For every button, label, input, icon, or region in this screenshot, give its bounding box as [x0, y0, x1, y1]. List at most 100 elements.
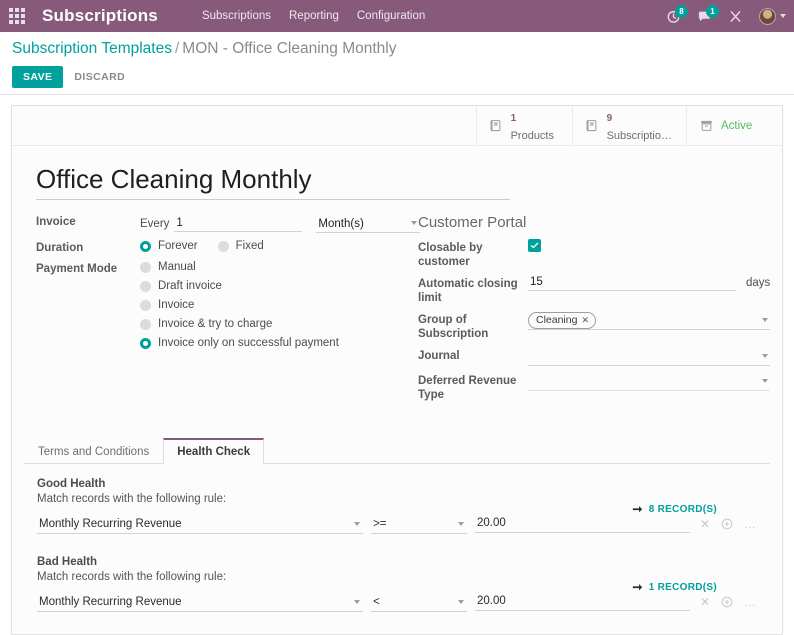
- label-duration: Duration: [36, 242, 84, 254]
- more-options-icon[interactable]: …: [744, 596, 757, 608]
- arrow-right-icon: ➞: [632, 580, 643, 594]
- messages-bubble-icon[interactable]: 1: [697, 4, 719, 24]
- field-row-duration: Duration Forever Fixed: [36, 240, 408, 254]
- archive-box-icon: [699, 118, 714, 133]
- invoice-unit-select[interactable]: Month(s): [316, 217, 421, 233]
- payment-mode-radio-group: Manual Draft invoice Invoice Invoice & t…: [140, 261, 339, 356]
- radio-duration-fixed[interactable]: Fixed: [217, 240, 264, 252]
- field-row-invoice: Invoice Every Month(s): [36, 214, 421, 233]
- control-panel: Subscription Templates / MON - Office Clea…: [0, 32, 794, 95]
- tab-terms-and-conditions[interactable]: Terms and Conditions: [24, 438, 163, 464]
- chevron-down-icon: [780, 14, 786, 18]
- form-columns: Invoice Every Month(s) Duration: [12, 202, 782, 408]
- bad-health-block: Bad Health Match records with the follow…: [37, 556, 757, 612]
- radio-duration-forever[interactable]: Forever: [140, 240, 198, 252]
- label-journal: Journal: [418, 350, 460, 362]
- app-brand-title[interactable]: Subscriptions: [42, 6, 158, 26]
- tab-panel-health-check: Good Health Match records with the follo…: [24, 464, 770, 612]
- delete-rule-icon[interactable]: ✕: [700, 518, 710, 530]
- radio-payment-invoice[interactable]: Invoice: [140, 299, 339, 311]
- delete-rule-icon[interactable]: ✕: [700, 596, 710, 608]
- form-view-container: 1 Products 9 Subscriptio… Active Office …: [0, 95, 794, 635]
- shortcut-scissors-icon[interactable]: [728, 9, 743, 24]
- tab-health-check[interactable]: Health Check: [163, 438, 265, 464]
- label-automatic-closing-limit: Automatic closing limit: [418, 278, 518, 304]
- stat-button-bar: 1 Products 9 Subscriptio… Active: [12, 106, 782, 146]
- radio-dot-icon: [140, 280, 151, 292]
- avatar: [759, 7, 776, 25]
- good-health-records-link[interactable]: ➞ 8 RECORD(S): [632, 503, 717, 515]
- add-rule-icon[interactable]: [721, 596, 733, 608]
- stat-label-subscriptions: Subscriptio…: [606, 129, 672, 142]
- top-navbar: Subscriptions Subscriptions Reporting Co…: [0, 0, 794, 32]
- radio-label-manual: Manual: [158, 261, 196, 273]
- record-title-area: Office Cleaning Monthly: [12, 146, 782, 202]
- stat-button-subscriptions[interactable]: 9 Subscriptio…: [571, 106, 686, 145]
- close-icon[interactable]: ✕: [581, 314, 589, 327]
- radio-payment-draft-invoice[interactable]: Draft invoice: [140, 280, 339, 292]
- breadcrumb-separator: /: [174, 40, 180, 57]
- navbar-right-tools: 8 1: [666, 0, 786, 32]
- form-column-left: Invoice Every Month(s) Duration: [36, 214, 421, 408]
- radio-dot-icon: [140, 261, 151, 273]
- record-title-input[interactable]: Office Cleaning Monthly: [36, 164, 510, 200]
- bad-health-title: Bad Health: [37, 556, 98, 568]
- deferred-revenue-type-field[interactable]: [528, 372, 771, 391]
- breadcrumb-root-link[interactable]: Subscription Templates: [12, 40, 172, 57]
- add-rule-icon[interactable]: [721, 518, 733, 530]
- radio-label-draft-invoice: Draft invoice: [158, 280, 222, 292]
- radio-label-invoice-try-charge: Invoice & try to charge: [158, 318, 273, 330]
- closable-by-customer-checkbox[interactable]: [528, 239, 541, 252]
- nav-menu-subscriptions[interactable]: Subscriptions: [202, 10, 271, 22]
- bad-health-operator-select[interactable]: <: [371, 594, 467, 611]
- radio-payment-invoice-on-success[interactable]: Invoice only on successful payment: [140, 337, 339, 349]
- automatic-closing-limit-input[interactable]: [528, 275, 736, 291]
- good-health-title: Good Health: [37, 478, 106, 490]
- activity-clock-icon[interactable]: 8: [666, 4, 688, 24]
- good-health-records-count: 8 RECORD(S): [648, 503, 717, 515]
- label-payment-mode: Payment Mode: [36, 263, 118, 275]
- radio-label-invoice-on-success: Invoice only on successful payment: [158, 337, 339, 349]
- bad-health-field-select[interactable]: Monthly Recurring Revenue: [37, 594, 364, 611]
- good-health-operator-select[interactable]: >=: [371, 516, 467, 533]
- chevron-down-icon: [762, 354, 769, 358]
- field-row-group-of-subscription: Group of Subscription Cleaning ✕: [418, 311, 771, 341]
- tag-cleaning[interactable]: Cleaning ✕: [528, 311, 596, 329]
- apps-grid-icon[interactable]: [0, 0, 34, 32]
- radio-payment-invoice-try-charge[interactable]: Invoice & try to charge: [140, 318, 339, 330]
- journal-field[interactable]: [528, 347, 771, 366]
- record-action-buttons: SAVE DISCARD: [12, 66, 782, 88]
- nav-menu-reporting[interactable]: Reporting: [289, 10, 339, 22]
- discard-button[interactable]: DISCARD: [72, 66, 127, 88]
- duration-radio-group: Forever Fixed: [140, 240, 284, 252]
- save-button[interactable]: SAVE: [12, 66, 64, 88]
- radio-dot-selected-icon: [140, 337, 151, 349]
- bad-health-records-link[interactable]: ➞ 1 RECORD(S): [632, 581, 717, 593]
- nav-menu-configuration[interactable]: Configuration: [357, 10, 425, 22]
- radio-payment-manual[interactable]: Manual: [140, 261, 339, 273]
- book-icon: [585, 118, 600, 133]
- radio-dot-icon: [217, 240, 229, 252]
- radio-dot-icon: [140, 299, 151, 311]
- notebook-tabs: Terms and Conditions Health Check: [24, 438, 770, 464]
- label-deferred-revenue-type: Deferred Revenue Type: [418, 375, 517, 401]
- more-options-icon[interactable]: …: [744, 518, 757, 530]
- activity-count-badge: 8: [675, 4, 688, 18]
- label-every: Every: [140, 217, 170, 230]
- field-row-closable: Closable by customer: [418, 239, 770, 269]
- stat-button-active[interactable]: Active: [686, 106, 782, 145]
- good-health-field-select[interactable]: Monthly Recurring Revenue: [37, 516, 364, 533]
- group-of-subscription-field[interactable]: Cleaning ✕: [528, 311, 771, 330]
- radio-label-invoice: Invoice: [158, 299, 195, 311]
- invoice-every-input[interactable]: [174, 215, 303, 232]
- good-health-value-input[interactable]: [474, 515, 690, 533]
- radio-dot-selected-icon: [140, 240, 151, 252]
- section-title-customer-portal: Customer Portal: [418, 214, 527, 231]
- bad-health-records-count: 1 RECORD(S): [648, 581, 717, 593]
- book-icon: [489, 118, 504, 133]
- user-menu[interactable]: [759, 7, 786, 25]
- stat-button-products[interactable]: 1 Products: [475, 106, 572, 145]
- form-column-right: Customer Portal Closable by customer Aut…: [408, 214, 771, 408]
- notebook: Terms and Conditions Health Check Good H…: [24, 438, 770, 612]
- bad-health-value-input[interactable]: [474, 593, 690, 611]
